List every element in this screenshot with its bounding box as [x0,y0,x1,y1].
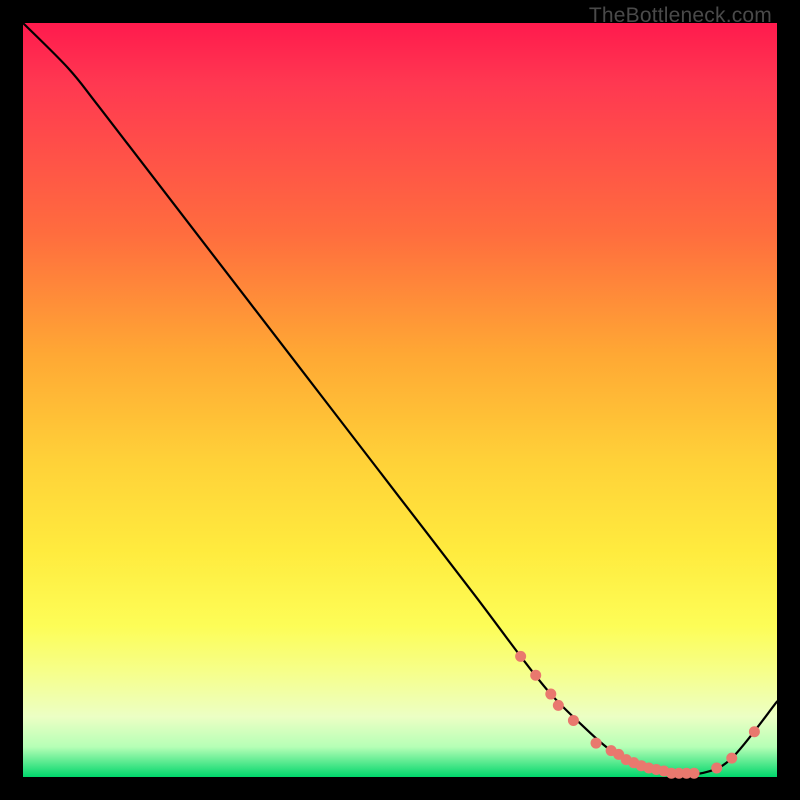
highlight-dot [591,738,602,749]
highlight-dot [515,651,526,662]
highlight-dot [689,768,700,779]
highlight-dot [726,753,737,764]
highlight-dot [568,715,579,726]
highlight-dot [711,762,722,773]
bottleneck-curve [23,23,777,775]
curve-svg [23,23,777,777]
highlight-dot [530,670,541,681]
highlight-dot [553,700,564,711]
highlight-dot [545,689,556,700]
chart-frame: TheBottleneck.com [0,0,800,800]
plot-area [23,23,777,777]
highlight-dot [749,726,760,737]
highlight-dots [515,651,760,779]
watermark-text: TheBottleneck.com [589,4,772,28]
